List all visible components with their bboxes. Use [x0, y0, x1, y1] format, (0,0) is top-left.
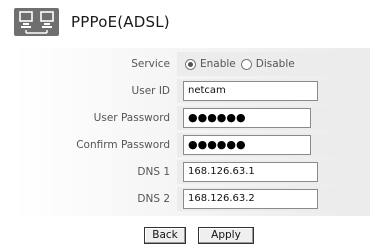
- user-password-row: User Password ●●●●●●: [14, 106, 370, 130]
- service-row: Service Enable Disable: [14, 52, 370, 76]
- service-label: Service: [131, 58, 170, 70]
- user-id-label: User ID: [131, 85, 170, 97]
- dns2-row: DNS 2 168.126.63.2: [14, 187, 370, 211]
- dns1-row: DNS 1 168.126.63.1: [14, 160, 370, 184]
- user-id-input[interactable]: netcam: [183, 81, 318, 101]
- dns2-input[interactable]: 168.126.63.2: [183, 189, 318, 209]
- back-button[interactable]: Back: [144, 227, 186, 244]
- apply-button[interactable]: Apply: [198, 227, 254, 244]
- network-computers-icon: [14, 8, 59, 36]
- service-enable-label[interactable]: Enable: [200, 58, 236, 70]
- confirm-password-label: Confirm Password: [76, 139, 170, 151]
- dns1-input[interactable]: 168.126.63.1: [183, 162, 318, 182]
- service-disable-radio[interactable]: [240, 58, 252, 70]
- pppoe-form: Service Enable Disable User ID netcam Us…: [14, 48, 370, 216]
- user-password-label: User Password: [93, 112, 170, 124]
- user-id-row: User ID netcam: [14, 79, 370, 103]
- service-enable-radio[interactable]: [185, 58, 196, 70]
- user-password-input[interactable]: ●●●●●●: [183, 108, 311, 128]
- service-radio-group: Enable Disable: [185, 52, 300, 76]
- dns1-label: DNS 1: [137, 166, 170, 178]
- dns2-label: DNS 2: [137, 193, 170, 205]
- page-title: PPPoE(ADSL): [71, 13, 170, 31]
- confirm-password-input[interactable]: ●●●●●●: [183, 135, 311, 155]
- confirm-password-row: Confirm Password ●●●●●●: [14, 133, 370, 157]
- service-disable-label[interactable]: Disable: [256, 58, 295, 70]
